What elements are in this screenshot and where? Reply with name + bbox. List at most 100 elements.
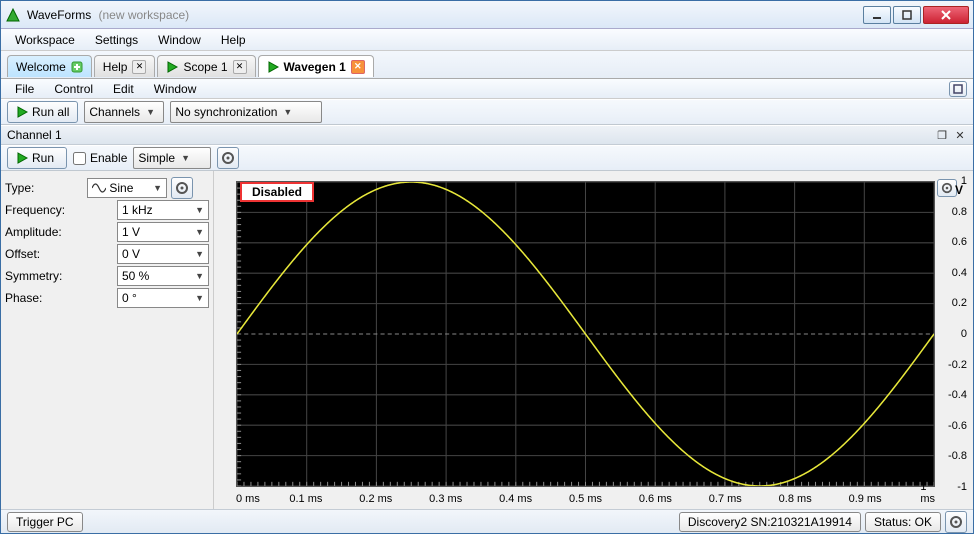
x-tick: 0.1 ms	[289, 493, 322, 505]
frequency-value: 1 kHz	[122, 203, 153, 217]
amplitude-input[interactable]: 1 V▼	[117, 222, 209, 242]
tab-wavegen-label: Wavegen 1	[284, 60, 346, 74]
gear-icon	[175, 181, 189, 195]
tab-help-label: Help	[103, 60, 128, 74]
main-content: Type: Sine▼ Frequency: 1 kHz▼ Amplitude:…	[1, 171, 973, 509]
symmetry-value: 50 %	[122, 269, 149, 283]
chart-panel: V Disabled 10.80.60.40.20-0.2-0.4-0.6-0.…	[214, 171, 973, 509]
main-menubar: Workspace Settings Window Help	[1, 29, 973, 51]
restore-panel-button[interactable]	[949, 81, 967, 97]
channels-select[interactable]: Channels▼	[84, 101, 164, 123]
channel-settings-button[interactable]	[217, 147, 239, 169]
menu-window[interactable]: Window	[150, 31, 209, 49]
channel-header: Channel 1 ❐ ✕	[1, 125, 973, 145]
phase-value: 0 °	[122, 291, 137, 305]
symmetry-label: Symmetry:	[5, 269, 117, 283]
param-symmetry: Symmetry: 50 %▼	[5, 265, 209, 287]
title-bar: WaveForms (new workspace)	[1, 1, 973, 29]
param-type: Type: Sine▼	[5, 177, 209, 199]
submenu-edit[interactable]: Edit	[105, 80, 142, 98]
tab-scope-1[interactable]: Scope 1 ✕	[157, 55, 255, 77]
tab-wavegen-1[interactable]: Wavegen 1 ✕	[258, 55, 374, 77]
phase-label: Phase:	[5, 291, 117, 305]
submenu-window[interactable]: Window	[146, 80, 205, 98]
y-tick: -0.6	[948, 420, 967, 432]
amplitude-label: Amplitude:	[5, 225, 117, 239]
sync-select[interactable]: No synchronization▼	[170, 101, 322, 123]
device-info[interactable]: Discovery2 SN:210321A19914	[679, 512, 861, 532]
submenu-control[interactable]: Control	[46, 80, 101, 98]
phase-input[interactable]: 0 °▼	[117, 288, 209, 308]
run-all-button[interactable]: Run all	[7, 101, 78, 123]
device-label: Discovery2 SN:210321A19914	[688, 515, 852, 529]
gear-icon	[949, 515, 963, 529]
trigger-pc-button[interactable]: Trigger PC	[7, 512, 83, 532]
run-button[interactable]: Run	[7, 147, 67, 169]
tab-help[interactable]: Help ✕	[94, 55, 156, 77]
tab-welcome-label: Welcome	[16, 60, 66, 74]
channels-label: Channels	[89, 105, 140, 119]
x-tick: 0.9 ms	[849, 493, 882, 505]
y-tick: 0	[961, 328, 967, 340]
x-tick: 0.4 ms	[499, 493, 532, 505]
tab-help-close[interactable]: ✕	[132, 60, 146, 74]
tab-welcome[interactable]: Welcome	[7, 55, 92, 77]
menu-help[interactable]: Help	[213, 31, 254, 49]
offset-input[interactable]: 0 V▼	[117, 244, 209, 264]
maximize-button[interactable]	[893, 6, 921, 24]
x-tick: 0.2 ms	[359, 493, 392, 505]
x-tick: 0.3 ms	[429, 493, 462, 505]
instrument-tabs: Welcome Help ✕ Scope 1 ✕ Wavegen 1 ✕	[1, 51, 973, 79]
menu-workspace[interactable]: Workspace	[7, 31, 83, 49]
tab-wavegen-close[interactable]: ✕	[351, 60, 365, 74]
x-tick-labels: 0 ms0.1 ms0.2 ms0.3 ms0.4 ms0.5 ms0.6 ms…	[236, 489, 935, 505]
param-offset: Offset: 0 V▼	[5, 243, 209, 265]
offset-label: Offset:	[5, 247, 117, 261]
play-icon	[16, 152, 28, 164]
param-phase: Phase: 0 °▼	[5, 287, 209, 309]
x-tick: 0 ms	[236, 493, 260, 505]
close-panel-icon[interactable]: ✕	[953, 128, 967, 142]
sync-label: No synchronization	[175, 105, 277, 119]
type-select[interactable]: Sine▼	[87, 178, 167, 198]
window-title: WaveForms (new workspace)	[27, 7, 189, 22]
channel-title: Channel 1	[7, 128, 62, 142]
disabled-badge: Disabled	[240, 182, 314, 202]
run-all-label: Run all	[32, 105, 69, 119]
tab-scope-close[interactable]: ✕	[233, 60, 247, 74]
trigger-label: Trigger PC	[16, 515, 74, 529]
minimize-button[interactable]	[863, 6, 891, 24]
submenu-file[interactable]: File	[7, 80, 42, 98]
status-bar: Trigger PC Discovery2 SN:210321A19914 St…	[1, 509, 973, 533]
app-name: WaveForms	[27, 8, 91, 22]
status-label: Status: OK	[874, 515, 932, 529]
y-tick: 0.6	[952, 236, 967, 248]
y-tick: 0.8	[952, 206, 967, 218]
symmetry-input[interactable]: 50 %▼	[117, 266, 209, 286]
menu-settings[interactable]: Settings	[87, 31, 146, 49]
type-settings-button[interactable]	[171, 177, 193, 199]
y-tick: 0.4	[952, 267, 967, 279]
dock-icon[interactable]: ❐	[935, 128, 949, 142]
y-tick: -0.4	[948, 389, 967, 401]
y-tick: -0.2	[948, 359, 967, 371]
param-amplitude: Amplitude: 1 V▼	[5, 221, 209, 243]
amplitude-value: 1 V	[122, 225, 140, 239]
plot-svg	[237, 182, 934, 486]
status-settings-button[interactable]	[945, 511, 967, 533]
close-button[interactable]	[923, 6, 969, 24]
plus-icon	[71, 61, 83, 73]
tab-scope-label: Scope 1	[183, 60, 227, 74]
mode-select[interactable]: Simple▼	[133, 147, 211, 169]
enable-checkbox-input[interactable]	[73, 152, 86, 165]
type-label: Type:	[5, 181, 87, 195]
x-tick: 1 ms	[920, 481, 935, 505]
waveform-plot[interactable]	[236, 181, 935, 487]
frequency-input[interactable]: 1 kHz▼	[117, 200, 209, 220]
play-icon	[16, 106, 28, 118]
enable-checkbox[interactable]: Enable	[73, 151, 127, 165]
enable-label: Enable	[90, 151, 127, 165]
status-indicator[interactable]: Status: OK	[865, 512, 941, 532]
param-frequency: Frequency: 1 kHz▼	[5, 199, 209, 221]
y-tick: 1	[961, 175, 967, 187]
